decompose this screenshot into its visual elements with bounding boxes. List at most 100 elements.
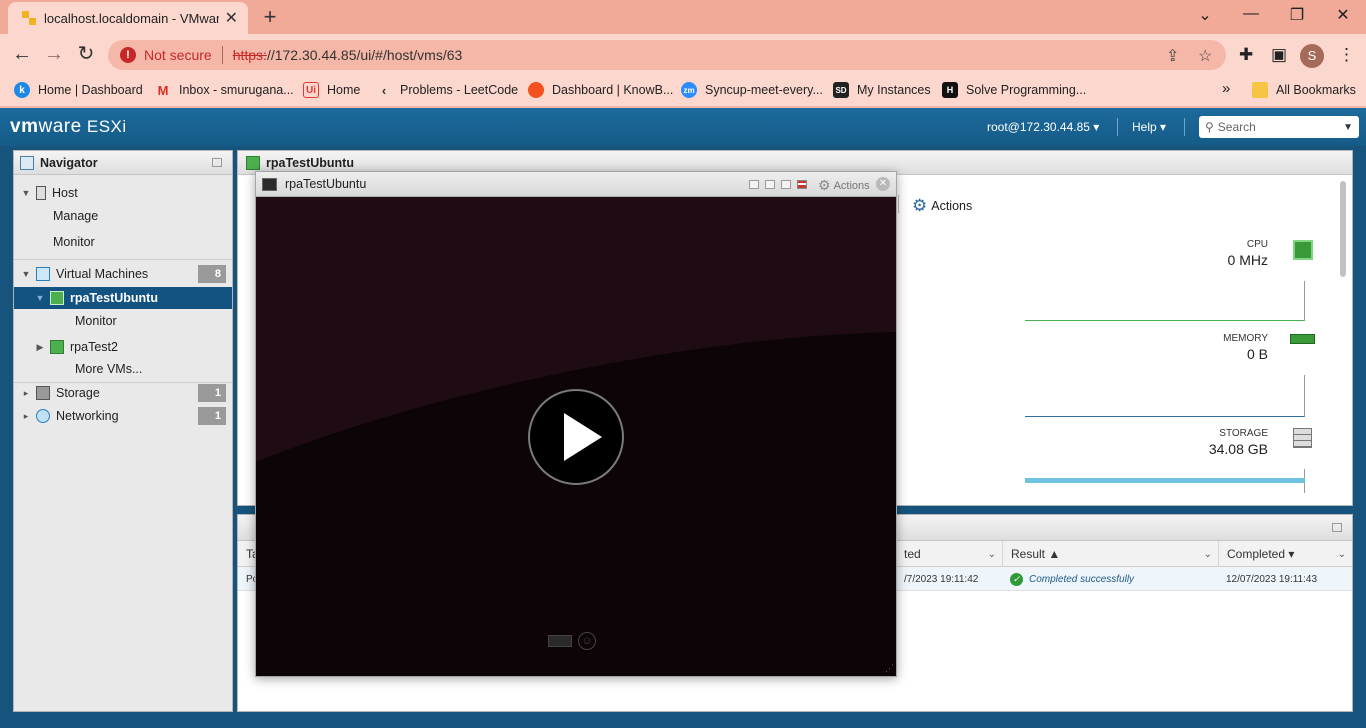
host-server-icon bbox=[36, 186, 46, 200]
console-bottom-controls: ☺ bbox=[548, 632, 596, 650]
play-icon[interactable] bbox=[528, 389, 624, 485]
restore-window-icon[interactable] bbox=[765, 180, 775, 189]
nav-storage[interactable]: ▸ Storage 1 bbox=[20, 382, 232, 404]
nav-networking[interactable]: ▸ Networking 1 bbox=[20, 405, 232, 427]
forward-arrow-icon[interactable]: → bbox=[42, 43, 66, 67]
navigator-panel: Navigator ▼ Host Manage Monitor ▼ Virtua… bbox=[13, 150, 233, 712]
memory-stat: MEMORY 0 B bbox=[1223, 333, 1268, 362]
expand-triangle-icon[interactable]: ▼ bbox=[20, 188, 32, 198]
vm-actions-button[interactable]: ⚙ Actions bbox=[912, 196, 972, 216]
memory-sparkline bbox=[1025, 375, 1305, 417]
header-divider bbox=[1184, 118, 1185, 136]
nav-virtual-machines[interactable]: ▼ Virtual Machines 8 bbox=[20, 263, 232, 285]
chevron-down-icon: ▼ bbox=[1343, 121, 1353, 133]
bookmarks-bar: k Home | Dashboard M Inbox - smurugana..… bbox=[0, 76, 1366, 106]
user-menu[interactable]: root@172.30.44.85 ▾ bbox=[987, 120, 1099, 134]
keyboard-language-flag-icon[interactable] bbox=[797, 180, 807, 189]
tab-title: localhost.localdomain - VMware bbox=[44, 10, 219, 26]
expand-triangle-icon[interactable]: ▼ bbox=[34, 293, 46, 303]
collapse-triangle-icon[interactable]: ▸ bbox=[20, 388, 32, 399]
zoom-icon: zm bbox=[681, 82, 697, 98]
chevron-down-icon: ⌄ bbox=[1337, 548, 1346, 560]
collapse-panel-icon[interactable] bbox=[212, 158, 222, 167]
hackerrank-icon: H bbox=[942, 82, 958, 98]
storage-stat: STORAGE 34.08 GB bbox=[1208, 428, 1268, 457]
bookmark-syncup[interactable]: zm Syncup-meet-every... bbox=[681, 82, 823, 98]
cpu-sparkline bbox=[1025, 281, 1305, 321]
bookmark-home[interactable]: Ui Home bbox=[303, 82, 360, 98]
chevron-down-icon: ⌄ bbox=[1203, 548, 1212, 560]
navigator-header: Navigator bbox=[14, 151, 232, 175]
collapse-triangle-icon[interactable]: ▶ bbox=[34, 342, 46, 353]
task-completed-cell: 12/07/2023 19:11:43 bbox=[1226, 573, 1318, 585]
back-arrow-icon[interactable]: ← bbox=[10, 43, 34, 67]
console-title: rpaTestUbuntu bbox=[285, 177, 367, 191]
help-menu[interactable]: Help ▾ bbox=[1132, 120, 1166, 134]
bookmark-my-instances[interactable]: SD My Instances bbox=[833, 82, 931, 98]
task-started-cell: /7/2023 19:11:42 bbox=[904, 573, 979, 585]
minimize-button[interactable]: — bbox=[1236, 5, 1266, 23]
bookmark-inbox[interactable]: M Inbox - smurugana... bbox=[155, 82, 294, 98]
share-icon[interactable]: ⇪ bbox=[1166, 46, 1179, 66]
column-result[interactable]: Result ▲ ⌄ bbox=[1002, 541, 1218, 567]
expand-triangle-icon[interactable]: ▼ bbox=[20, 269, 32, 279]
all-bookmarks-button[interactable]: All Bookmarks bbox=[1252, 82, 1356, 98]
vm-panel-scrollbar[interactable] bbox=[1340, 181, 1346, 277]
column-completed[interactable]: Completed ▾ ⌄ bbox=[1218, 541, 1352, 567]
search-input[interactable]: ⚲ Search ▼ bbox=[1199, 116, 1359, 138]
uipath-icon: Ui bbox=[303, 82, 319, 98]
vmware-favicon-icon bbox=[22, 11, 36, 25]
bookmark-solve-programming[interactable]: H Solve Programming... bbox=[942, 82, 1086, 98]
address-bar[interactable]: ! Not secure https: //172.30.44.85/ui/#/… bbox=[108, 40, 1226, 70]
console-actions-button[interactable]: ⚙ Actions bbox=[818, 177, 870, 194]
more-menu-icon[interactable]: ⋮ bbox=[1338, 45, 1355, 65]
accessibility-icon[interactable]: ☺ bbox=[578, 632, 596, 650]
gear-icon: ⚙ bbox=[912, 196, 928, 215]
console-close-icon[interactable]: ✕ bbox=[876, 177, 890, 191]
header-divider bbox=[1117, 118, 1118, 136]
side-panel-icon[interactable]: ▣ bbox=[1271, 45, 1287, 65]
search-placeholder: Search bbox=[1217, 120, 1256, 134]
new-tab-button[interactable]: + bbox=[258, 4, 282, 30]
browser-tab[interactable]: localhost.localdomain - VMware ✕ bbox=[8, 2, 248, 34]
esxi-header: vmware ESXi root@172.30.44.85 ▾ Help ▾ ⚲… bbox=[0, 108, 1366, 146]
security-status[interactable]: Not secure bbox=[144, 47, 212, 63]
tab-search-icon[interactable]: ⌄ bbox=[1190, 5, 1220, 25]
chevron-down-icon: ⌄ bbox=[987, 548, 996, 560]
restore-button[interactable]: ❐ bbox=[1282, 5, 1312, 25]
bookmarks-overflow-button[interactable]: » bbox=[1222, 80, 1230, 97]
fit-window-icon[interactable] bbox=[749, 180, 759, 189]
bookmark-leetcode[interactable]: ‹ Problems - LeetCode bbox=[376, 82, 518, 98]
knowbe4-orange-icon bbox=[528, 82, 544, 98]
reload-icon[interactable]: ↻ bbox=[74, 43, 98, 67]
nav-vm-rpatestubuntu[interactable]: ▼ rpaTestUbuntu bbox=[14, 287, 232, 309]
nav-divider bbox=[14, 259, 232, 260]
profile-avatar[interactable]: S bbox=[1300, 44, 1324, 68]
extensions-puzzle-icon[interactable]: ✚ bbox=[1239, 45, 1253, 65]
keyboard-icon[interactable] bbox=[548, 635, 572, 647]
collapse-panel-icon[interactable] bbox=[1332, 523, 1342, 532]
tab-close-icon[interactable]: ✕ bbox=[225, 8, 238, 28]
bookmark-knowbe4-dashboard[interactable]: Dashboard | KnowB... bbox=[528, 82, 673, 98]
nav-host[interactable]: ▼ Host bbox=[20, 182, 238, 204]
resize-grip-icon[interactable]: ⋰ bbox=[885, 663, 894, 674]
search-icon: ⚲ bbox=[1205, 120, 1214, 134]
memory-module-icon bbox=[1290, 334, 1315, 344]
address-separator bbox=[221, 46, 223, 64]
success-check-icon: ✓ bbox=[1010, 572, 1023, 586]
play-triangle-icon bbox=[564, 413, 602, 461]
storage-bar bbox=[1025, 478, 1305, 483]
navigator-icon bbox=[20, 155, 34, 170]
bookmark-home-dashboard[interactable]: k Home | Dashboard bbox=[14, 82, 143, 98]
bookmark-star-icon[interactable]: ☆ bbox=[1198, 46, 1212, 66]
nav-vm-rpatest2[interactable]: ▶ rpaTest2 bbox=[34, 336, 252, 358]
cpu-chip-icon bbox=[1293, 240, 1313, 260]
virtual-machines-icon bbox=[36, 267, 50, 281]
storage-sparkline bbox=[1025, 469, 1305, 493]
fullscreen-icon[interactable] bbox=[781, 180, 791, 189]
vm-powered-on-icon bbox=[50, 291, 64, 305]
close-window-button[interactable]: ✕ bbox=[1328, 5, 1358, 25]
collapse-triangle-icon[interactable]: ▸ bbox=[20, 411, 32, 422]
vm-console-screen[interactable]: ☺ ⋰ bbox=[256, 197, 896, 676]
column-started[interactable]: ted ⌄ bbox=[896, 541, 1002, 567]
